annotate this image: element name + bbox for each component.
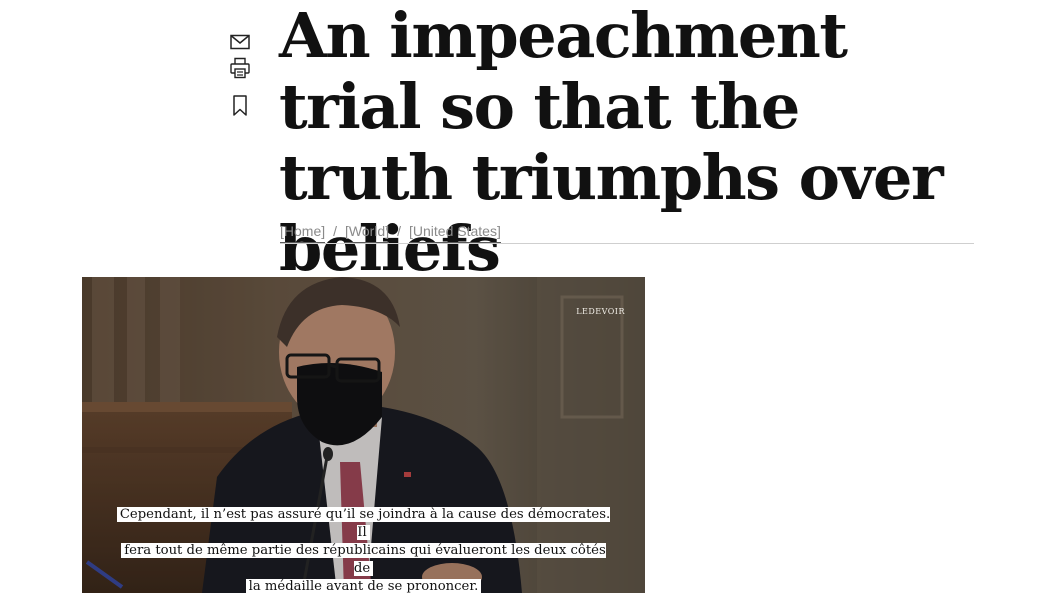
breadcrumb-separator: / <box>397 223 401 239</box>
breadcrumb-home-link[interactable]: [Home] <box>280 222 326 243</box>
caption-line: fera tout de même partie des républicain… <box>121 543 606 576</box>
share-email-button[interactable] <box>228 30 252 54</box>
print-button[interactable] <box>228 56 252 80</box>
bookmark-icon <box>233 95 247 116</box>
mail-icon <box>230 34 250 50</box>
breadcrumb-united-states-link[interactable]: [United States] <box>409 222 501 243</box>
video-caption: Cependant, il n’est pas assuré qu’il se … <box>112 506 615 593</box>
breadcrumb-separator: / <box>333 223 338 239</box>
caption-line: Cependant, il n’est pas assuré qu’il se … <box>116 507 611 540</box>
caption-line: la médaille avant de se prononcer. <box>245 579 482 593</box>
breadcrumb-world-link[interactable]: [World] <box>345 222 390 243</box>
bookmark-button[interactable] <box>228 94 252 118</box>
watermark-logo: LEDEVOIR <box>576 307 625 316</box>
article-video[interactable]: LEDEVOIR Cependant, il n’est pas assuré … <box>82 277 645 593</box>
breadcrumb: [Home] / [World] / [United States] <box>280 222 974 244</box>
print-icon <box>230 57 250 79</box>
